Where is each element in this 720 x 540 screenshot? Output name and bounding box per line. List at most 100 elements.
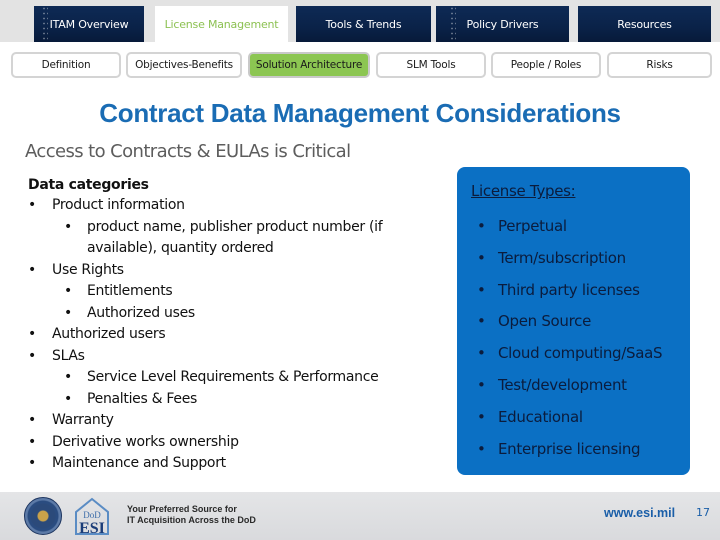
data-category-item: • Warranty — [28, 410, 448, 432]
data-category-item: • Product information — [28, 195, 448, 217]
license-type-text: Perpetual — [498, 217, 567, 235]
bullet-icon: • — [477, 217, 486, 235]
data-category-text: Product information — [52, 197, 185, 213]
page-title: Contract Data Management Considerations — [99, 98, 621, 128]
data-category-text: Warranty — [52, 412, 114, 428]
tagline-line-2: IT Acquisition Across the DoD — [127, 515, 256, 525]
tab-label: Resources — [617, 17, 672, 31]
top-navigation: ITAM Overview License Management Tools &… — [0, 0, 720, 42]
data-category-item: • Entitlements — [28, 281, 448, 303]
data-category-item: • Penalties & Fees — [28, 389, 448, 411]
tab-tools-trends[interactable]: Tools & Trends — [296, 6, 431, 42]
bullet-icon: • — [477, 248, 486, 267]
sub-navigation: Definition Objectives-Benefits Solution … — [0, 42, 720, 88]
license-type-text: Enterprise licensing — [498, 439, 641, 458]
bullet-icon: • — [477, 439, 486, 458]
subnav-label: Solution Architecture — [255, 59, 363, 71]
data-category-text: Derivative works ownership — [52, 433, 239, 450]
subnav-label: People / Roles — [510, 59, 582, 71]
bullet-icon: • — [477, 375, 486, 394]
bullet-icon: • — [28, 261, 36, 278]
bullet-icon: • — [64, 390, 72, 407]
license-types-box: License Types: • Perpetual • Term/subscript… — [457, 167, 690, 475]
bullet-icon: • — [477, 312, 486, 331]
bullet-icon: • — [477, 280, 486, 299]
subnav-label: Definition — [41, 59, 91, 71]
subnav-definition[interactable]: Definition — [11, 52, 121, 78]
data-category-item: • Derivative works ownership — [28, 432, 448, 454]
license-type-text: Term/subscription — [498, 248, 626, 267]
subnav-people-roles[interactable]: People / Roles — [491, 52, 601, 78]
bullet-icon: • — [28, 433, 36, 450]
tab-label: Policy Drivers — [466, 17, 539, 31]
subnav-label: SLM Tools — [406, 59, 456, 71]
data-category-item: • Authorized users — [28, 324, 448, 346]
data-category-text: Penalties & Fees — [87, 390, 198, 407]
subnav-label: Risks — [646, 59, 673, 71]
subnav-solution-architecture[interactable]: Solution Architecture — [248, 52, 370, 78]
page-subtitle: Access to Contracts & EULAs is Critical — [25, 141, 351, 162]
bullet-icon: • — [28, 326, 36, 342]
tab-label: ITAM Overview — [49, 17, 129, 31]
data-category-text: Authorized uses — [87, 304, 195, 321]
tab-label: License Management — [164, 17, 279, 31]
tab-itam-overview[interactable]: ITAM Overview — [34, 6, 144, 42]
data-category-item: • Authorized uses — [28, 303, 448, 325]
license-type-text: Third party licenses — [498, 280, 640, 299]
data-category-item: • Maintenance and Support — [28, 453, 448, 475]
license-type-text: Educational — [498, 407, 583, 426]
license-type-item: • Third party licenses — [477, 279, 662, 311]
bullet-icon: • — [64, 369, 72, 385]
tab-resources[interactable]: Resources — [578, 6, 711, 42]
license-type-item: • Term/subscription — [477, 247, 662, 279]
data-category-item: • product name, publisher product number … — [28, 217, 448, 260]
data-category-item: • Service Level Requirements & Performanc… — [28, 367, 448, 389]
data-categories-list: Data categories • Product information • pro… — [28, 175, 448, 475]
esi-logo-bottom-text: ESI — [79, 520, 105, 536]
decorative-dots — [42, 6, 48, 42]
data-category-text: product name, publisher product number (… — [87, 218, 383, 257]
tab-policy-drivers[interactable]: Policy Drivers — [436, 6, 569, 42]
page-number: 17 — [696, 506, 710, 519]
footer: DoD ESI Your Preferred Source for IT Acq… — [0, 492, 720, 540]
tab-license-management[interactable]: License Management — [155, 6, 288, 42]
footer-tagline: Your Preferred Source for IT Acquisition… — [127, 504, 256, 526]
bullet-icon: • — [28, 197, 36, 213]
footer-url-link[interactable]: www.esi.mil — [604, 506, 675, 520]
data-category-text: SLAs — [52, 347, 85, 364]
data-category-text: Authorized users — [52, 326, 166, 342]
license-type-text: Cloud computing/SaaS — [498, 344, 663, 363]
license-type-text: Open Source — [498, 312, 592, 331]
bullet-icon: • — [28, 347, 36, 364]
bullet-icon: • — [64, 218, 72, 235]
license-type-text: Test/development — [498, 375, 627, 394]
data-categories-heading: Data categories — [28, 177, 149, 193]
bullet-icon: • — [477, 407, 486, 426]
license-type-item: • Test/development — [477, 374, 662, 406]
license-type-item: • Enterprise licensing — [477, 438, 662, 470]
subnav-risks[interactable]: Risks — [607, 52, 712, 78]
data-category-item: • SLAs — [28, 346, 448, 368]
bullet-icon: • — [28, 412, 36, 428]
data-category-text: Entitlements — [87, 283, 173, 299]
dod-esi-logo: DoD ESI — [75, 497, 109, 536]
subnav-label: Objectives-Benefits — [135, 59, 233, 71]
license-types-heading: License Types: — [471, 182, 576, 200]
bullet-icon: • — [28, 455, 36, 471]
bullet-icon: • — [477, 344, 486, 363]
tagline-line-1: Your Preferred Source for — [127, 504, 237, 514]
data-category-text: Use Rights — [52, 261, 124, 278]
bullet-icon: • — [64, 304, 72, 321]
data-category-text: Maintenance and Support — [52, 455, 226, 471]
data-category-text: Service Level Requirements & Performance — [87, 369, 379, 385]
license-type-item: • Educational — [477, 406, 662, 438]
subnav-objectives-benefits[interactable]: Objectives-Benefits — [126, 52, 242, 78]
bullet-icon: • — [64, 283, 72, 299]
dod-seal-logo — [24, 497, 62, 535]
subnav-slm-tools[interactable]: SLM Tools — [376, 52, 486, 78]
license-type-item: • Cloud computing/SaaS — [477, 342, 663, 374]
decorative-dots — [450, 6, 456, 42]
license-type-item: • Open Source — [477, 310, 662, 342]
license-type-item: • Perpetual — [477, 215, 662, 247]
license-types-list: • Perpetual • Term/subscription • Third party… — [477, 215, 663, 470]
